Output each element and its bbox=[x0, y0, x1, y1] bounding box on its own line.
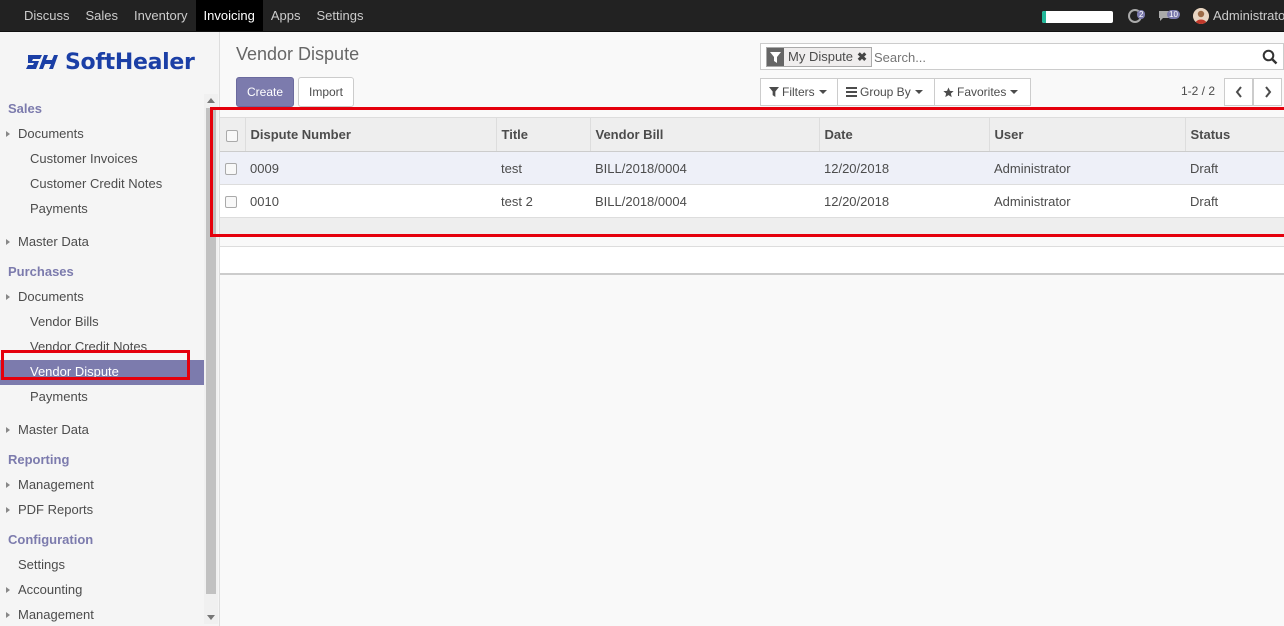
sidebar-item-purchases-master-data[interactable]: Master Data bbox=[0, 418, 204, 443]
annotation-highlight-sidebar bbox=[1, 350, 190, 380]
message-count-badge: 10 bbox=[1167, 10, 1180, 19]
list-bars-icon bbox=[846, 87, 857, 97]
search-bar: My Dispute ✖ bbox=[760, 43, 1284, 70]
section-reporting: Reporting bbox=[8, 452, 70, 467]
sidebar-item-sales-documents[interactable]: Documents bbox=[0, 122, 204, 147]
chevron-left-icon bbox=[1235, 86, 1242, 98]
filters-dropdown[interactable]: Filters bbox=[760, 78, 838, 106]
favorites-label: Favorites bbox=[957, 85, 1007, 99]
menu-apps[interactable]: Apps bbox=[263, 0, 309, 31]
sidebar-item-customer-credit-notes[interactable]: Customer Credit Notes bbox=[0, 172, 204, 197]
chat-count-badge: 2 bbox=[1137, 10, 1146, 19]
menu-discuss[interactable]: Discuss bbox=[16, 0, 78, 31]
groupby-label: Group By bbox=[860, 85, 911, 99]
section-configuration: Configuration bbox=[8, 532, 94, 547]
menu-inventory[interactable]: Inventory bbox=[126, 0, 195, 31]
search-input[interactable] bbox=[874, 48, 1254, 66]
sidebar-item-purchases-documents[interactable]: Documents bbox=[0, 285, 204, 310]
sidebar-item-customer-invoices[interactable]: Customer Invoices bbox=[0, 147, 204, 172]
groupby-dropdown[interactable]: Group By bbox=[837, 78, 935, 106]
menu-settings[interactable]: Settings bbox=[308, 0, 371, 31]
section-sales: Sales bbox=[8, 101, 42, 116]
chevron-down-icon bbox=[1010, 90, 1019, 94]
create-button[interactable]: Create bbox=[236, 77, 295, 107]
menu-sales[interactable]: Sales bbox=[78, 0, 127, 31]
softhealer-logo[interactable]: SoftHealer bbox=[26, 48, 195, 76]
filter-icon bbox=[769, 87, 779, 97]
menu-invoicing[interactable]: Invoicing bbox=[195, 0, 263, 31]
chevron-down-icon bbox=[818, 90, 827, 94]
logo-text: SoftHealer bbox=[65, 49, 195, 75]
top-navbar: Discuss Sales Inventory Invoicing Apps S… bbox=[0, 0, 1284, 32]
messages-icon[interactable]: 10 bbox=[1158, 8, 1184, 24]
softhealer-logo-icon bbox=[26, 55, 58, 69]
sidebar-item-management[interactable]: Management bbox=[0, 473, 204, 498]
chevron-right-icon bbox=[1264, 86, 1271, 98]
onboarding-progress-bar[interactable] bbox=[1042, 11, 1113, 23]
facet-label: My Dispute bbox=[788, 49, 854, 64]
app-menu: Discuss Sales Inventory Invoicing Apps S… bbox=[16, 0, 371, 31]
user-menu[interactable]: Administrator bbox=[1213, 0, 1284, 31]
facet-remove-icon[interactable]: ✖ bbox=[857, 48, 871, 66]
annotation-highlight-table bbox=[210, 107, 1284, 237]
list-footer-area bbox=[220, 246, 1284, 275]
sidebar-item-pdf-reports[interactable]: PDF Reports bbox=[0, 498, 204, 523]
sidebar-item-sales-master-data[interactable]: Master Data bbox=[0, 230, 204, 255]
sidebar-item-accounting[interactable]: Accounting bbox=[0, 578, 204, 603]
filters-label: Filters bbox=[782, 85, 815, 99]
search-facet: My Dispute ✖ bbox=[766, 47, 873, 67]
pager-value[interactable]: 1-2 / 2 bbox=[1181, 84, 1215, 98]
pager-next-button[interactable] bbox=[1253, 78, 1282, 106]
sidebar-item-config-management[interactable]: Management bbox=[0, 603, 204, 626]
scroll-up-arrow-icon[interactable] bbox=[207, 98, 215, 103]
sidebar-item-vendor-bills[interactable]: Vendor Bills bbox=[0, 310, 204, 335]
sidebar: SoftHealer Sales Documents Customer Invo… bbox=[0, 32, 220, 626]
filter-facet-icon bbox=[767, 48, 784, 66]
pager-previous-button[interactable] bbox=[1224, 78, 1253, 106]
chevron-down-icon bbox=[914, 90, 923, 94]
avatar-person-icon bbox=[1193, 8, 1209, 24]
page-title: Vendor Dispute bbox=[236, 44, 360, 64]
chat-icon[interactable]: 2 bbox=[1128, 8, 1150, 24]
progress-fill bbox=[1042, 11, 1046, 23]
import-button[interactable]: Import bbox=[298, 77, 355, 107]
scroll-down-arrow-icon[interactable] bbox=[207, 615, 215, 620]
star-icon bbox=[943, 86, 954, 97]
section-purchases: Purchases bbox=[8, 264, 74, 279]
search-icon[interactable] bbox=[1262, 49, 1278, 65]
sidebar-item-settings[interactable]: Settings bbox=[0, 553, 204, 578]
sidebar-item-sales-payments[interactable]: Payments bbox=[0, 197, 204, 222]
favorites-dropdown[interactable]: Favorites bbox=[934, 78, 1031, 106]
user-avatar[interactable] bbox=[1193, 8, 1209, 24]
sidebar-item-purchases-payments[interactable]: Payments bbox=[0, 385, 204, 410]
